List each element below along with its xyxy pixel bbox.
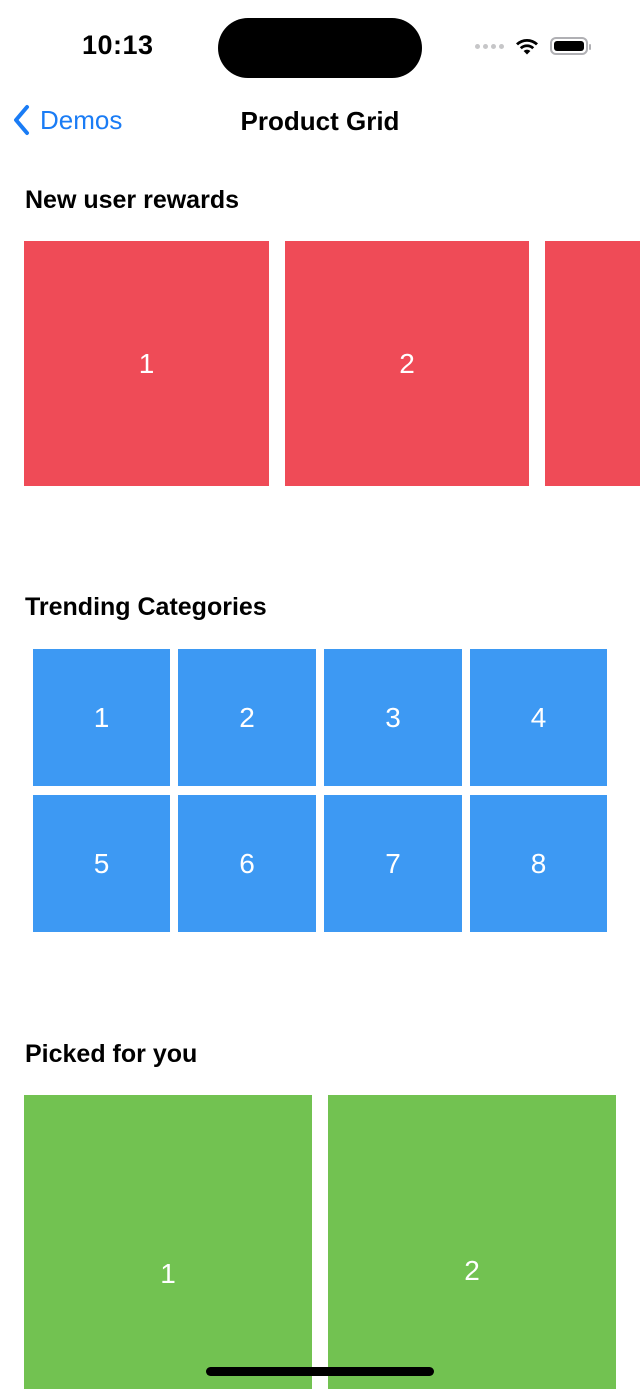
tile-label: 1 [160,1258,176,1289]
home-indicator[interactable] [206,1367,434,1376]
reward-tile-partial[interactable] [545,241,640,486]
category-tile[interactable]: 2 [178,649,316,786]
picked-tile[interactable]: 2 [328,1095,616,1389]
picked-tile[interactable]: 1 [24,1095,312,1389]
tile-label: 2 [239,701,255,733]
category-tile[interactable]: 4 [470,649,607,786]
section-title-trending: Trending Categories [25,593,267,621]
cellular-signal-icon [475,43,504,49]
tile-label: 1 [93,701,110,733]
battery-icon [550,37,591,55]
category-tile[interactable]: 8 [470,795,607,932]
dynamic-island [218,18,422,78]
screen: 10:13 Demos Product Grid New user reward… [0,0,640,1389]
tile-label: 8 [530,847,547,879]
tile-label: 6 [239,847,255,879]
category-tile[interactable]: 6 [178,795,316,932]
category-tile[interactable]: 3 [324,649,462,786]
tile-label: 2 [399,347,415,379]
status-time: 10:13 [82,30,154,60]
tile-label: 3 [385,701,401,733]
reward-tile[interactable]: 1 [24,241,269,486]
tile-label: 5 [93,847,110,879]
section-title-picked: Picked for you [25,1040,198,1068]
category-tile[interactable]: 5 [33,795,170,932]
wifi-icon [516,38,538,55]
status-icons [475,36,591,56]
section-title-rewards: New user rewards [25,186,239,214]
reward-tile[interactable]: 2 [285,241,529,486]
tile-label: 1 [138,347,155,379]
category-tile[interactable]: 1 [33,649,170,786]
page-title: Product Grid [240,106,400,136]
category-tile[interactable]: 7 [324,795,462,932]
tile-label: 2 [464,1255,480,1286]
tile-label: 4 [530,701,547,733]
tile-label: 7 [385,847,401,879]
